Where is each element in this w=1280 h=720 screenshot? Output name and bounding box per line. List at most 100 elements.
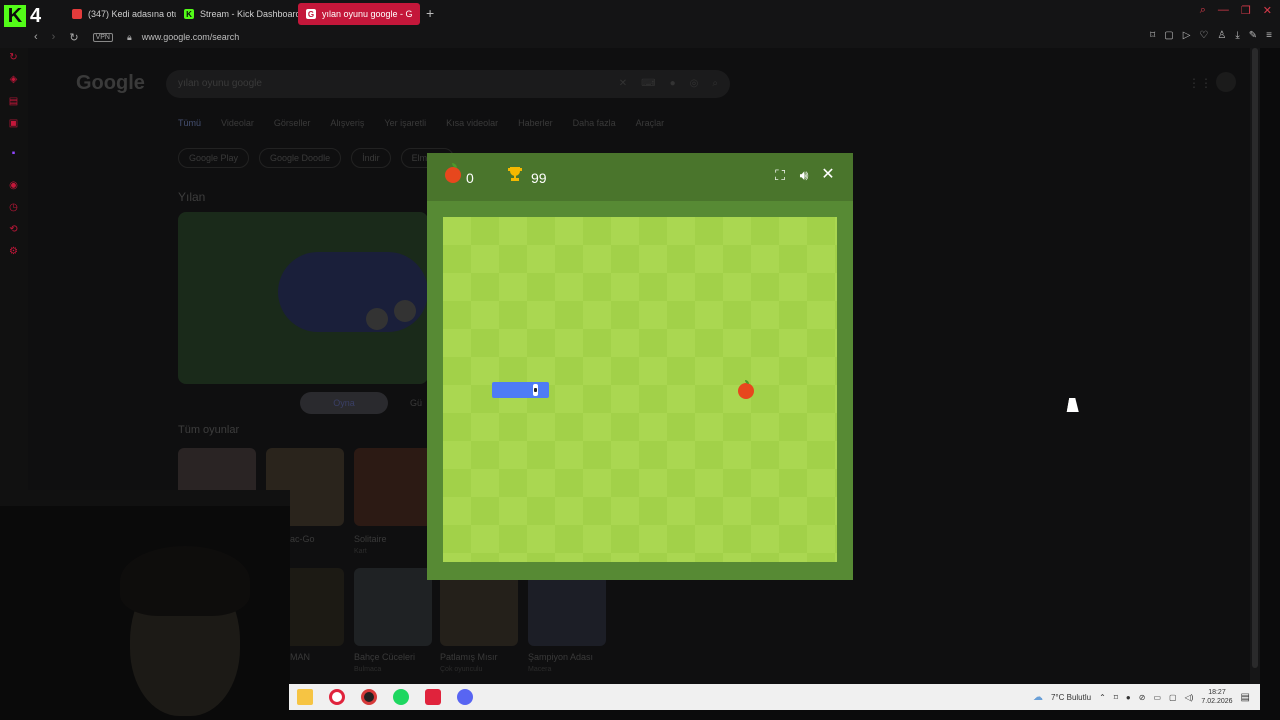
download-icon[interactable]: ⤓ bbox=[1235, 30, 1239, 41]
spotify-icon[interactable] bbox=[393, 689, 409, 705]
snake-hero-image[interactable] bbox=[178, 212, 428, 384]
search-icons: ✕ ⌨ ● ◎ ⌕ bbox=[619, 78, 718, 89]
search-tabs-icon[interactable]: ⌕ bbox=[1200, 4, 1206, 17]
google-icon: G bbox=[306, 9, 316, 19]
window-controls: ⌕ — ❐ ✕ bbox=[1200, 4, 1272, 17]
minimize-button[interactable]: — bbox=[1218, 4, 1229, 17]
tray-arrow-icon[interactable]: ⌃ bbox=[1099, 693, 1106, 702]
notifications-icon[interactable]: ▤ bbox=[1241, 692, 1250, 703]
game-subtitle: Kart bbox=[354, 548, 367, 555]
chip-download[interactable]: İndir bbox=[351, 148, 391, 168]
page-scrollbar[interactable] bbox=[1250, 48, 1260, 684]
browser-tab-bar: (347) Kedi adasına oturuna K Stream - Ki… bbox=[0, 0, 1280, 26]
filter-news[interactable]: Haberler bbox=[518, 118, 553, 128]
snake bbox=[492, 382, 549, 398]
current-score: 0 bbox=[466, 170, 474, 186]
reload-icon[interactable]: ↻ bbox=[69, 31, 78, 44]
clock-time: 18:27 bbox=[1208, 689, 1226, 696]
search-icon[interactable]: ⌕ bbox=[712, 78, 718, 89]
sidebar-bag-icon[interactable]: ◈ bbox=[8, 74, 19, 85]
filter-shopping[interactable]: Alışveriş bbox=[330, 118, 364, 128]
sound-button[interactable]: 🔊︎ bbox=[795, 166, 813, 184]
back-icon[interactable]: ‹ bbox=[34, 31, 38, 43]
chip-google-doodle[interactable]: Google Doodle bbox=[259, 148, 342, 168]
game-tile[interactable] bbox=[354, 448, 432, 526]
game-name[interactable]: Şampiyon Adası bbox=[528, 652, 593, 662]
snapshot-icon[interactable]: ▢ bbox=[1164, 30, 1173, 41]
kick-logo-number: 4 bbox=[30, 4, 42, 27]
weather-text[interactable]: 7°C Bulutlu bbox=[1051, 693, 1091, 702]
clear-icon[interactable]: ✕ bbox=[619, 78, 627, 89]
sidebar-refresh-icon[interactable]: ↻ bbox=[8, 52, 19, 63]
navigation-controls: ‹ › ↻ VPN 🔒︎ bbox=[0, 31, 132, 44]
sidebar-twitch-icon[interactable]: ▪ bbox=[8, 148, 19, 159]
new-tab-button[interactable]: + bbox=[420, 5, 440, 21]
close-game-button[interactable]: ✕ bbox=[819, 166, 837, 184]
heart-icon[interactable]: ♡ bbox=[1199, 30, 1208, 41]
sidebar-history-icon[interactable]: ⟲ bbox=[8, 224, 19, 235]
tab-kick-dashboard[interactable]: K Stream - Kick Dashboard bbox=[176, 3, 298, 25]
close-window-button[interactable]: ✕ bbox=[1263, 4, 1272, 17]
display-icon[interactable]: ▢ bbox=[1169, 693, 1177, 702]
avatar[interactable] bbox=[1216, 72, 1236, 92]
address-bar: ‹ › ↻ VPN 🔒︎ www.google.com/search ⌑ ▢ ▷… bbox=[0, 26, 1280, 48]
apps-grid-icon[interactable]: ⋮⋮ bbox=[1188, 76, 1212, 90]
sidebar-whatsapp-icon[interactable]: ▣ bbox=[8, 118, 19, 129]
play-icon[interactable]: ▷ bbox=[1183, 30, 1191, 41]
mic-icon[interactable]: ● bbox=[670, 78, 676, 89]
filter-more[interactable]: Daha fazla bbox=[573, 118, 616, 128]
sidebar-messenger-icon[interactable]: ▤ bbox=[8, 96, 19, 107]
game-name[interactable]: MAN bbox=[290, 652, 310, 662]
volume-icon[interactable]: ◁) bbox=[1185, 693, 1194, 702]
mic-tray-icon[interactable]: ● bbox=[1126, 693, 1131, 702]
menu-icon[interactable]: ≡ bbox=[1266, 30, 1272, 41]
search-input[interactable]: yılan oyunu google ✕ ⌨ ● ◎ ⌕ bbox=[166, 70, 730, 98]
ai-icon[interactable]: ✎ bbox=[1249, 30, 1257, 41]
game-name[interactable]: Patlamış Mısır bbox=[440, 652, 498, 662]
lens-icon[interactable]: ◎ bbox=[690, 78, 699, 89]
trophy-icon bbox=[508, 167, 522, 181]
vpn-badge[interactable]: VPN bbox=[92, 32, 113, 42]
maximize-button[interactable]: ❐ bbox=[1241, 4, 1251, 17]
usb-icon[interactable]: ⌑ bbox=[1114, 693, 1118, 702]
game-name[interactable]: Solitaire bbox=[354, 534, 387, 544]
profile-icon[interactable]: ♙ bbox=[1217, 30, 1226, 41]
secondary-button[interactable]: Gü bbox=[410, 392, 422, 414]
game-tile[interactable] bbox=[354, 568, 432, 646]
game-name[interactable]: Bahçe Cüceleri bbox=[354, 652, 415, 662]
sidebar-player-icon[interactable]: ◉ bbox=[8, 180, 19, 191]
filter-all[interactable]: Tümü bbox=[178, 118, 201, 128]
filter-short-videos[interactable]: Kısa videolar bbox=[446, 118, 498, 128]
bookmark-icon[interactable]: ⌑ bbox=[1150, 30, 1155, 41]
app-icon[interactable] bbox=[425, 689, 441, 705]
filter-places[interactable]: Yer işaretli bbox=[384, 118, 426, 128]
keyboard-icon[interactable]: ⌨ bbox=[641, 78, 655, 89]
network-icon[interactable]: ⊘ bbox=[1139, 693, 1146, 702]
filter-tools[interactable]: Araçlar bbox=[636, 118, 665, 128]
url-field[interactable]: www.google.com/search bbox=[142, 32, 240, 42]
search-query-text: yılan oyunu google bbox=[178, 78, 262, 89]
obs-icon[interactable] bbox=[361, 689, 377, 705]
battery-icon[interactable]: ▭ bbox=[1153, 693, 1161, 702]
filter-videos[interactable]: Videolar bbox=[221, 118, 254, 128]
tab-google-search[interactable]: G yılan oyunu google - G bbox=[298, 3, 420, 25]
fullscreen-button[interactable]: ⛶ bbox=[771, 166, 789, 184]
snake-panel-title: Yılan bbox=[178, 190, 206, 204]
discord-icon[interactable] bbox=[457, 689, 473, 705]
opera-icon[interactable] bbox=[329, 689, 345, 705]
google-logo[interactable]: Google bbox=[76, 72, 145, 95]
forward-icon[interactable]: › bbox=[52, 31, 56, 43]
sidebar-clock-icon[interactable]: ◷ bbox=[8, 202, 19, 213]
filter-images[interactable]: Görseller bbox=[274, 118, 311, 128]
chip-google-play[interactable]: Google Play bbox=[178, 148, 250, 168]
tab-youtube[interactable]: (347) Kedi adasına oturuna bbox=[64, 3, 176, 25]
sidebar-settings-icon[interactable]: ⚙ bbox=[8, 246, 19, 257]
game-subtitle: Bulmaca bbox=[354, 666, 382, 673]
lock-icon: 🔒︎ bbox=[126, 31, 132, 42]
play-button[interactable]: Oyna bbox=[300, 392, 388, 414]
snake-game-board[interactable] bbox=[443, 217, 837, 562]
game-name[interactable]: ac-Go bbox=[290, 534, 315, 544]
scrollbar-thumb[interactable] bbox=[1252, 48, 1258, 668]
clock[interactable]: 18:27 7.02.2026 bbox=[1201, 688, 1232, 706]
file-explorer-icon[interactable] bbox=[297, 689, 313, 705]
